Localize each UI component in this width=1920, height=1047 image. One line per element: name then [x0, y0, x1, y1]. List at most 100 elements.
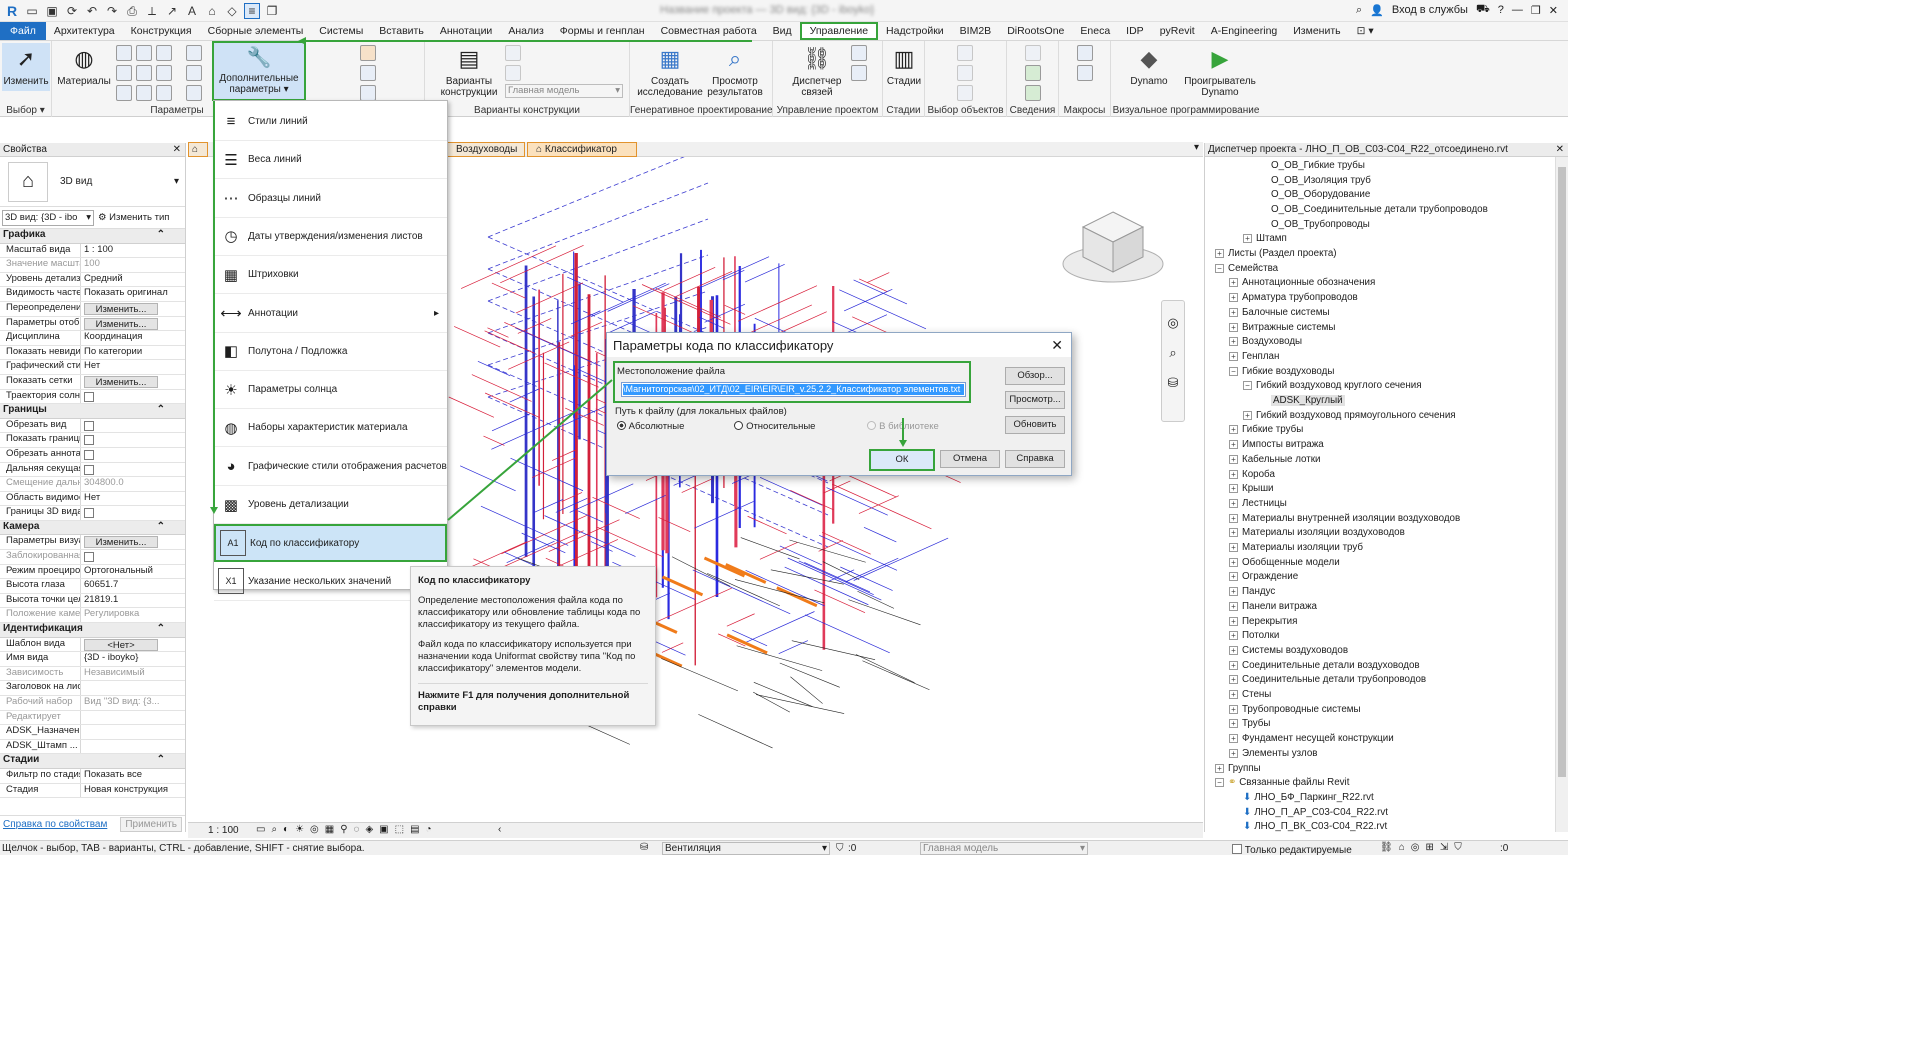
dimension-icon[interactable]: ↗	[164, 3, 180, 19]
advanced-params-button[interactable]: 🔧 Дополнительные параметры ▾	[212, 41, 306, 101]
tree-node[interactable]: + Стены	[1229, 687, 1271, 702]
position-icon[interactable]	[360, 85, 376, 101]
property-row[interactable]: Зависимость Независимый	[0, 666, 185, 682]
object-styles-icon[interactable]	[116, 45, 132, 61]
project-params-icon[interactable]	[116, 65, 132, 81]
tree-node[interactable]: + Соединительные детали трубопроводов	[1229, 673, 1426, 688]
tree-node[interactable]: + Крыши	[1229, 481, 1274, 496]
tree-toggle-icon[interactable]: +	[1229, 528, 1238, 538]
property-row[interactable]: Видимость частей Показать оригинал	[0, 287, 185, 302]
select-by-id-icon[interactable]	[1025, 65, 1041, 81]
modify-button[interactable]: ➚ Изменить	[2, 43, 50, 91]
property-category[interactable]: Границы ⌃	[0, 404, 185, 419]
tree-node[interactable]: + Листы (Раздел проекта)	[1215, 246, 1337, 261]
tree-toggle-icon[interactable]: +	[1229, 616, 1238, 626]
property-edit-button[interactable]: Изменить...	[84, 317, 158, 330]
binoculars-icon[interactable]: ⌕	[1356, 4, 1362, 17]
redo-icon[interactable]: ↷	[104, 3, 120, 19]
menu-item-11[interactable]: A1 Код по классификатору	[214, 524, 447, 563]
menu-item-6[interactable]: ◧ Полутона / Подложка	[214, 333, 447, 371]
location-icon[interactable]	[360, 45, 376, 61]
tree-toggle-icon[interactable]: +	[1229, 513, 1238, 523]
cart-icon[interactable]: ⛟	[1476, 3, 1490, 17]
property-row[interactable]: Дальняя секущая плоскость	[0, 462, 185, 478]
print-icon[interactable]: ⎙	[124, 3, 140, 19]
scroll-left-icon[interactable]: ‹	[498, 824, 501, 835]
menu-item-5[interactable]: ⟷ Аннотации ▸	[214, 295, 447, 333]
close-icon[interactable]: ✕	[1549, 4, 1558, 17]
property-row[interactable]: Переопределение видимости/графикиИзменит…	[0, 301, 185, 317]
tree-toggle-icon[interactable]: +	[1229, 469, 1238, 479]
ribbon-tab-3[interactable]: Сборные элементы	[200, 22, 312, 40]
tree-toggle-icon[interactable]: −	[1215, 263, 1224, 273]
tree-toggle-icon[interactable]: +	[1229, 307, 1238, 317]
mep-settings-icon[interactable]	[186, 65, 202, 81]
property-checkbox[interactable]	[84, 552, 94, 563]
property-row[interactable]: Шаблон вида <Нет>	[0, 637, 185, 653]
ribbon-tab-4[interactable]: Системы	[311, 22, 371, 40]
property-row[interactable]: Показать сетки Изменить...	[0, 374, 185, 390]
property-checkbox[interactable]	[84, 508, 94, 519]
purge-icon[interactable]	[136, 85, 152, 101]
view-results-button[interactable]: ⌕ Просмотр результатов	[702, 43, 768, 98]
tree-node[interactable]: + Обобщенные модели	[1229, 555, 1340, 570]
property-row[interactable]: Смещение дальней плоскости304800.0	[0, 477, 185, 492]
global-params-icon[interactable]	[156, 65, 172, 81]
snaps-icon[interactable]	[136, 45, 152, 61]
property-row[interactable]: Положение камерыРегулировка	[0, 608, 185, 624]
tree-node[interactable]: − Гибкий воздуховод круглого сечения	[1243, 379, 1422, 394]
tree-node[interactable]: − Гибкие воздуховоды	[1229, 364, 1334, 379]
panel-schedule-icon[interactable]	[186, 85, 202, 101]
menu-item-0[interactable]: ≡ Стили линий	[214, 103, 447, 141]
tree-node[interactable]: + Материалы изоляции труб	[1229, 540, 1363, 555]
property-row[interactable]: Траектория солнца	[0, 389, 185, 405]
property-row[interactable]: Графический стиль по умолчаниюНет	[0, 360, 185, 375]
help-button[interactable]: Справка	[1005, 450, 1065, 468]
property-category[interactable]: Стадии ⌃	[0, 754, 185, 769]
tree-node[interactable]: + Арматура трубопроводов	[1229, 290, 1358, 305]
tree-node[interactable]: + Панели витража	[1229, 599, 1317, 614]
revit-logo-icon[interactable]: R	[4, 3, 20, 19]
switch-windows-icon[interactable]: ❐	[264, 3, 280, 19]
menu-item-8[interactable]: ◍ Наборы характеристик материала	[214, 409, 447, 448]
tree-node[interactable]: + Аннотационные обозначения	[1229, 276, 1375, 291]
tree-toggle-icon[interactable]: +	[1229, 484, 1238, 494]
property-edit-button[interactable]: Изменить...	[84, 302, 158, 315]
property-row[interactable]: Параметры отображения графикиИзменить...	[0, 316, 185, 332]
view-file-button[interactable]: Просмотр...	[1005, 391, 1065, 409]
tree-node[interactable]: + Генплан	[1229, 349, 1279, 364]
tree-node[interactable]: + Воздуховоды	[1229, 334, 1302, 349]
transfer-standards-icon[interactable]	[116, 85, 132, 101]
tree-node[interactable]: − Семейства	[1215, 261, 1278, 276]
property-category[interactable]: Графика ⌃	[0, 229, 185, 244]
ribbon-tab-1[interactable]: Архитектура	[46, 22, 123, 40]
type-selector[interactable]: ⌂ 3D вид ▾	[0, 157, 185, 207]
apply-button[interactable]: Применить	[120, 816, 182, 832]
menu-item-1[interactable]: ☰ Веса линий	[214, 141, 447, 180]
section-icon[interactable]: ◇	[224, 3, 240, 19]
tree-node[interactable]: ⬇ ЛНО_БФ_Паркинг_R22.rvt	[1243, 790, 1374, 805]
property-checkbox[interactable]	[84, 391, 94, 402]
pick-to-edit-icon[interactable]	[505, 65, 521, 81]
menu-item-7[interactable]: ☀ Параметры солнца	[214, 371, 447, 410]
tree-node[interactable]: О_ОВ_Гибкие трубы	[1271, 158, 1365, 173]
save-selection-icon[interactable]	[957, 45, 973, 61]
steering-wheel-icon[interactable]: ◎	[1162, 315, 1184, 331]
ribbon-tab-0[interactable]: Файл	[0, 22, 46, 40]
tree-toggle-icon[interactable]: +	[1229, 440, 1238, 450]
link-manager-button[interactable]: ⛓ Диспетчер связей	[787, 43, 847, 98]
tree-toggle-icon[interactable]: +	[1229, 645, 1238, 655]
tree-node[interactable]: + Кабельные лотки	[1229, 452, 1321, 467]
tree-toggle-icon[interactable]: +	[1229, 719, 1238, 729]
menu-item-4[interactable]: ▦ Штриховки	[214, 256, 447, 295]
property-row[interactable]: Значение масштаба100	[0, 258, 185, 273]
menu-item-10[interactable]: ▩ Уровень детализации	[214, 486, 447, 524]
tree-toggle-icon[interactable]: +	[1215, 763, 1224, 773]
selection-option-icons[interactable]: ⛓⌂◎⊞⇲⛉	[1380, 842, 1468, 853]
property-row[interactable]: Фильтр по стадиямПоказать все	[0, 768, 185, 784]
radio-absolute[interactable]: Абсолютные	[617, 421, 684, 432]
open-icon[interactable]: ▭	[24, 3, 40, 19]
macro-manager-icon[interactable]	[1077, 45, 1093, 61]
ribbon-tab-15[interactable]: Eneca	[1072, 22, 1118, 40]
property-category[interactable]: Идентификация ⌃	[0, 623, 185, 638]
